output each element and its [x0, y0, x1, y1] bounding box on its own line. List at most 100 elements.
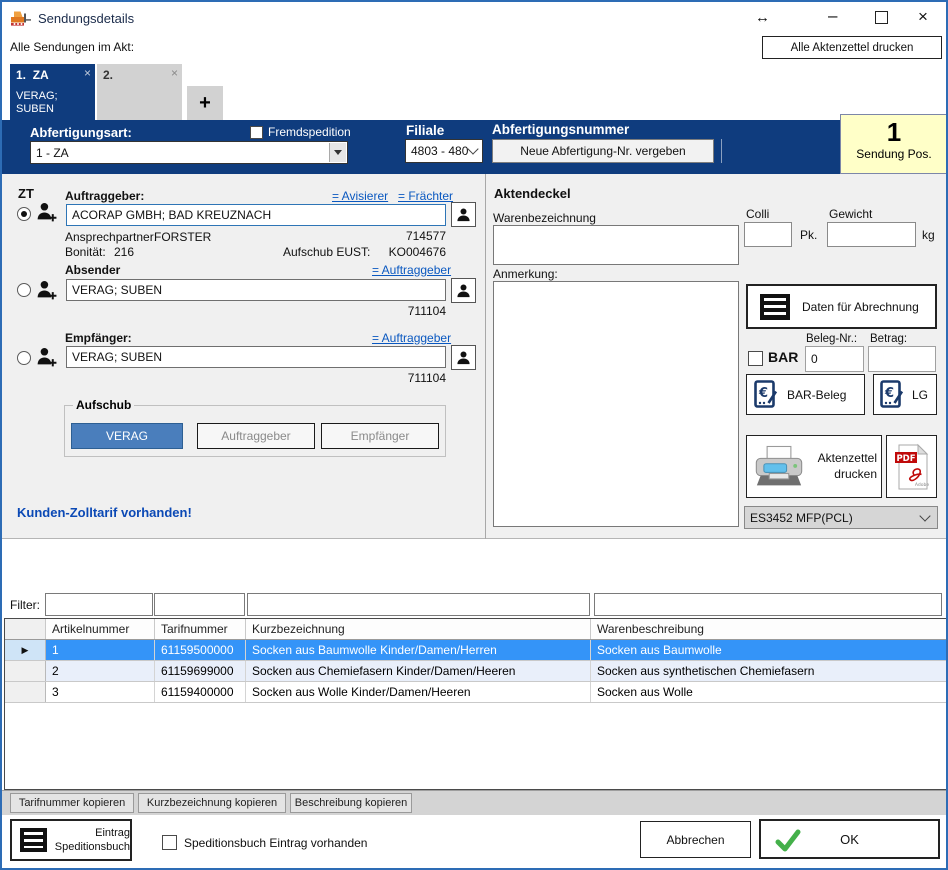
filter-artikelnummer-input[interactable] — [45, 593, 153, 616]
header-tarifnummer[interactable]: Tarifnummer — [155, 619, 246, 639]
beleg-nr-label: Beleg-Nr.: — [806, 333, 857, 345]
empfaenger-input[interactable]: VERAG; SUBEN — [66, 346, 446, 368]
copy-toolbar: Tarifnummer kopieren Kurzbezeichnung kop… — [2, 790, 948, 815]
aufschub-label: Aufschub — [73, 398, 134, 412]
print-all-aktenzettel-button[interactable]: Alle Aktenzettel drucken — [762, 36, 942, 59]
auftraggeber-input[interactable]: ACORAP GMBH; BAD KREUZNACH — [66, 204, 446, 226]
resize-icon[interactable]: ↔ — [755, 9, 770, 26]
bar-checkbox[interactable] — [748, 351, 763, 366]
warenbezeichnung-textarea[interactable] — [493, 225, 739, 265]
copy-kurzbezeichnung-button[interactable]: Kurzbezeichnung kopieren — [138, 793, 286, 813]
euro-document-icon: € — [880, 380, 904, 410]
lg-button[interactable]: € LG — [873, 374, 937, 415]
abfertigungsart-select[interactable]: 1 - ZA — [30, 141, 348, 164]
speditionsbuch-checkbox-label: Speditionsbuch Eintrag vorhanden — [184, 836, 367, 850]
filiale-select[interactable]: 4803 - 480 — [405, 139, 483, 163]
beleg-nr-input[interactable]: 0 — [805, 346, 864, 372]
euro-document-icon: € — [754, 380, 778, 410]
abfertigungsart-label: Abfertigungsart: — [30, 125, 132, 140]
eintrag-speditionsbuch-button[interactable]: Eintrag Speditionsbuch — [10, 819, 132, 861]
fremdspedition-checkbox[interactable] — [250, 126, 263, 139]
anmerkung-textarea[interactable] — [493, 281, 739, 527]
zt-label: ZT — [18, 186, 34, 201]
filter-kurzbezeichnung-input[interactable] — [247, 593, 590, 616]
maximize-button[interactable] — [875, 11, 888, 24]
tab-shipment-2[interactable]: 2. × — [97, 64, 182, 120]
add-tab-button[interactable]: + — [187, 86, 223, 120]
filter-warenbeschreibung-input[interactable] — [594, 593, 942, 616]
header-kurzbezeichnung[interactable]: Kurzbezeichnung — [246, 619, 591, 639]
table-row[interactable]: ▶ 1 61159500000 Socken aus Baumwolle Kin… — [5, 640, 947, 661]
minimize-button[interactable]: – — [828, 6, 837, 26]
fremdspedition-label: Fremdspedition — [268, 125, 351, 139]
colli-input[interactable] — [744, 222, 792, 247]
aktendeckel-title: Aktendeckel — [494, 186, 571, 201]
sendung-pos-box: 1 Sendung Pos. — [840, 114, 948, 174]
add-person-icon[interactable] — [35, 345, 58, 373]
pk-label: Pk. — [800, 228, 817, 242]
row-selector-icon: ▶ — [22, 645, 29, 656]
header-warenbeschreibung[interactable]: Warenbeschreibung — [591, 619, 947, 639]
speditionsbuch-checkbox[interactable] — [162, 835, 177, 850]
bar-label: BAR — [768, 349, 798, 365]
empfaenger-label: Empfänger: — [65, 331, 132, 345]
pdf-export-button[interactable]: PDF Adobe — [886, 435, 937, 498]
betrag-input[interactable] — [868, 346, 936, 372]
gewicht-input[interactable] — [827, 222, 916, 247]
filiale-label: Filiale — [406, 123, 444, 138]
contact-person-icon[interactable] — [451, 202, 476, 227]
absender-radio[interactable] — [17, 283, 31, 297]
aufschub-verag-button[interactable]: VERAG — [71, 423, 183, 449]
filter-tarifnummer-input[interactable] — [154, 593, 245, 616]
table-header-row: Artikelnummer Tarifnummer Kurzbezeichnun… — [5, 619, 947, 640]
empfaenger-auftraggeber-link[interactable]: = Auftraggeber — [372, 331, 451, 345]
copy-tarifnummer-button[interactable]: Tarifnummer kopieren — [10, 793, 134, 813]
anmerkung-label: Anmerkung: — [493, 267, 558, 281]
absender-input[interactable]: VERAG; SUBEN — [66, 279, 446, 301]
svg-text:Adobe: Adobe — [914, 482, 928, 488]
panel-divider — [485, 174, 486, 539]
tab1-number: 1. — [16, 68, 26, 82]
chevron-down-icon[interactable] — [329, 143, 346, 162]
chevron-down-icon — [467, 143, 478, 154]
absender-number: 711104 — [376, 304, 446, 318]
close-button[interactable]: × — [918, 7, 928, 27]
contact-person-icon[interactable] — [451, 345, 476, 370]
copy-beschreibung-button[interactable]: Beschreibung kopieren — [290, 793, 412, 813]
add-person-icon[interactable] — [35, 200, 58, 228]
auftraggeber-label: Auftraggeber: — [65, 189, 144, 203]
avisierer-link[interactable]: = Avisierer — [332, 189, 388, 203]
band-separator — [721, 139, 722, 163]
kg-label: kg — [922, 228, 935, 242]
warenbezeichnung-label: Warenbezeichnung — [493, 211, 596, 225]
akt-label: Alle Sendungen im Akt: — [10, 40, 134, 54]
tab2-close-icon[interactable]: × — [171, 66, 178, 80]
auftraggeber-number: 714577 — [376, 229, 446, 243]
daten-abrechnung-button[interactable]: Daten für Abrechnung — [746, 284, 937, 329]
auftraggeber-radio[interactable] — [17, 207, 31, 221]
ansprechpartner-label: Ansprechpartner: — [65, 230, 157, 244]
table-row[interactable]: 3 61159400000 Socken aus Wolle Kinder/Da… — [5, 682, 947, 703]
cancel-button[interactable]: Abbrechen — [640, 821, 751, 858]
aufschub-empfaenger-button[interactable]: Empfänger — [321, 423, 439, 449]
neue-abfertigung-nr-button[interactable]: Neue Abfertigung-Nr. vergeben — [492, 139, 714, 163]
aufschub-auftraggeber-button[interactable]: Auftraggeber — [197, 423, 315, 449]
aktenzettel-drucken-button[interactable]: Aktenzettel drucken — [746, 435, 882, 498]
add-person-icon[interactable] — [35, 278, 58, 306]
printer-select[interactable]: ES3452 MFP(PCL) — [744, 506, 938, 529]
aufschub-eust-value: KO004676 — [376, 245, 446, 259]
header-selector-cell — [5, 619, 46, 639]
table-row[interactable]: 2 61159699000 Socken aus Chemiefasern Ki… — [5, 661, 947, 682]
fraechter-link[interactable]: = Frächter — [398, 189, 453, 203]
contact-person-icon[interactable] — [451, 278, 476, 303]
header-artikelnummer[interactable]: Artikelnummer — [46, 619, 155, 639]
bar-beleg-button[interactable]: € BAR-Beleg — [746, 374, 865, 415]
empfaenger-radio[interactable] — [17, 351, 31, 365]
ok-button[interactable]: OK — [759, 819, 940, 859]
tab1-close-icon[interactable]: × — [84, 66, 91, 80]
tab1-line2: SUBEN — [16, 103, 54, 115]
bonitaet-label: Bonität: — [65, 245, 106, 259]
tab-shipment-1[interactable]: 1. ZA × VERAG; SUBEN — [10, 64, 95, 120]
absender-auftraggeber-link[interactable]: = Auftraggeber — [372, 263, 451, 277]
empfaenger-number: 711104 — [376, 371, 446, 385]
